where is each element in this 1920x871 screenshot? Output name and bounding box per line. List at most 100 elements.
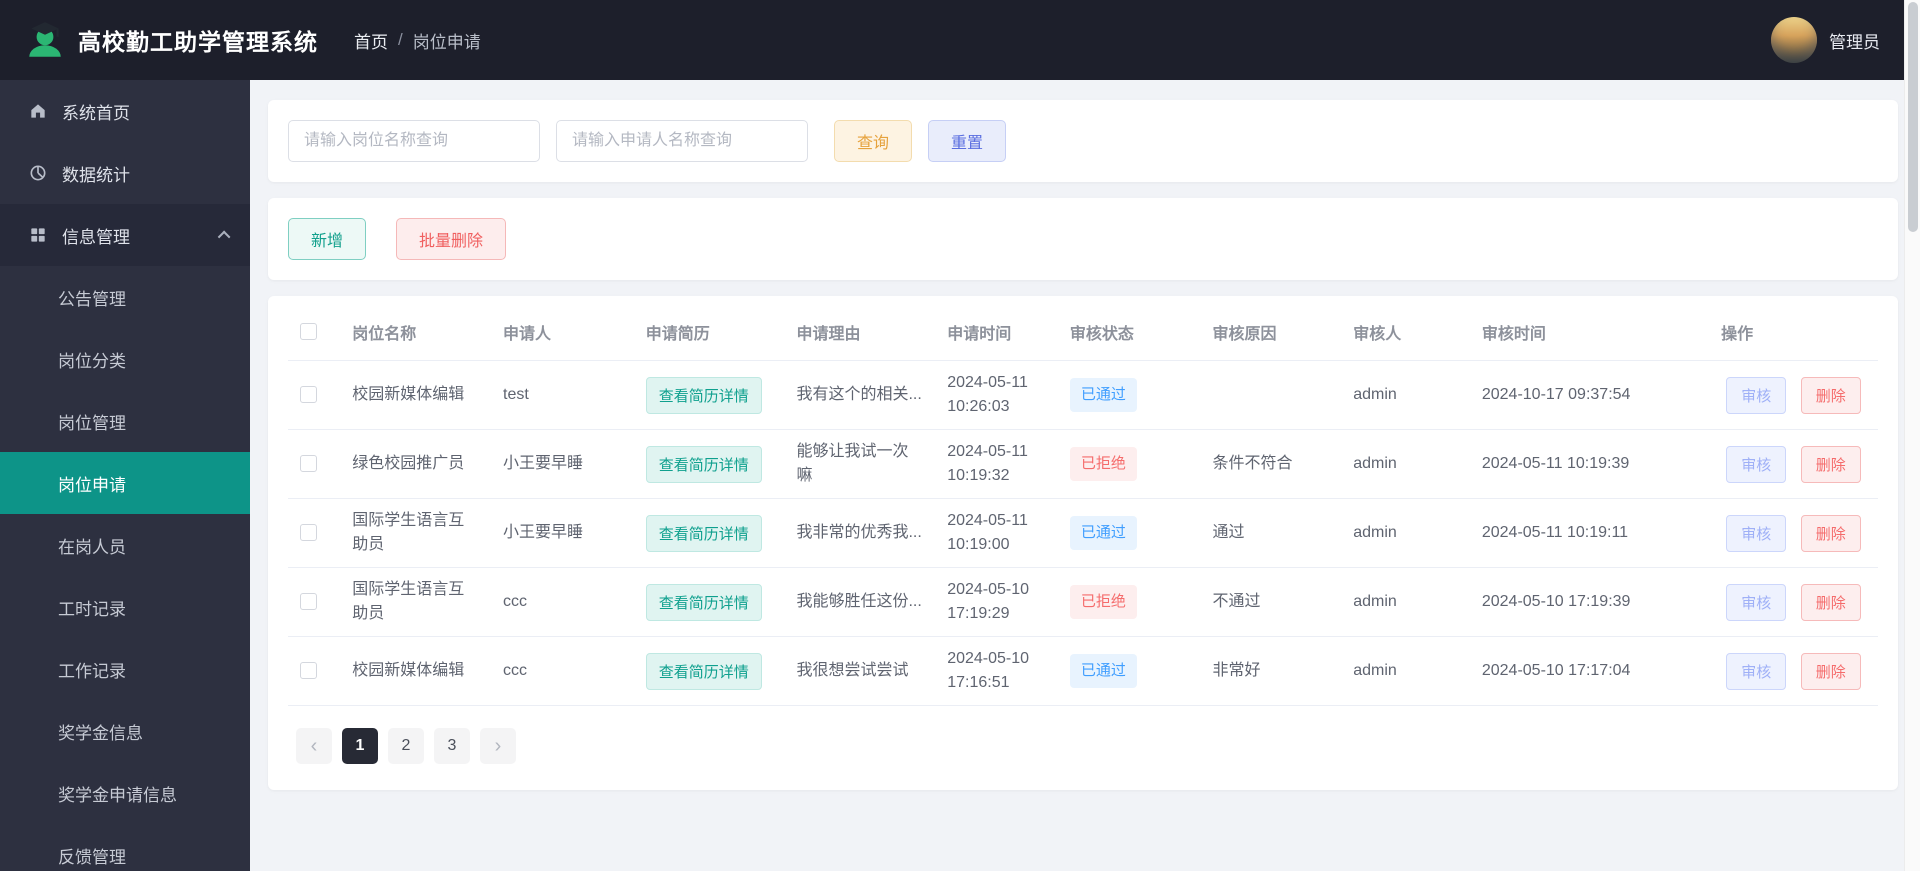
query-button[interactable]: 查询 [834,120,913,162]
header-reason: 申请理由 [784,302,936,361]
delete-button[interactable]: 删除 [1800,652,1861,690]
view-resume-button[interactable]: 查看简历详情 [645,445,762,483]
page-button-1[interactable]: 1 [342,728,378,764]
subitem-label: 岗位分类 [58,351,126,371]
cell-job-name: 国际学生语言互助员 [340,567,491,637]
delete-button[interactable]: 删除 [1800,445,1861,483]
table-row: 绿色校园推广员 小王要早睡 查看简历详情 能够让我试一次嘛 2024-05-11… [288,429,1878,499]
main-content: 查询 重置 新增 批量删除 岗位名称 申请人 申请简历 申请理由 申请时间 [250,80,1920,871]
cell-review-time: 2024-10-17 09:37:54 [1469,360,1710,430]
table-row: 校园新媒体编辑 ccc 查看简历详情 我很想尝试尝试 2024-05-10 17… [288,636,1878,706]
header-review-reason: 审核原因 [1200,302,1342,361]
cell-job-name: 绿色校园推广员 [340,429,491,499]
review-button[interactable]: 审核 [1726,652,1787,690]
app-logo-icon [24,19,66,61]
cell-reason: 我很想尝试尝试 [784,636,936,706]
avatar[interactable] [1771,17,1817,63]
row-checkbox[interactable] [300,662,317,680]
add-button[interactable]: 新增 [288,218,367,260]
prev-page-button[interactable]: ‹ [296,728,332,764]
header-reviewer: 审核人 [1341,302,1470,361]
cell-reason: 我非常的优秀我... [784,498,936,568]
view-resume-button[interactable]: 查看简历详情 [645,583,762,621]
subitem-label: 在岗人员 [58,537,126,557]
subitem-label: 岗位管理 [58,413,126,433]
page-button-3[interactable]: 3 [434,728,470,764]
cell-reason: 我能够胜任这份... [784,567,936,637]
sidebar-subitem-feedback-management[interactable]: 反馈管理 [0,824,250,871]
header-applicant: 申请人 [491,302,634,361]
breadcrumb-home[interactable]: 首页 [354,28,388,53]
row-checkbox[interactable] [300,524,317,542]
app-title: 高校勤工助学管理系统 [78,29,318,55]
toolbar-card: 新增 批量删除 [268,198,1898,280]
batch-delete-button[interactable]: 批量删除 [396,218,507,260]
delete-button[interactable]: 删除 [1800,514,1861,552]
reset-button[interactable]: 重置 [928,120,1007,162]
row-checkbox[interactable] [300,455,317,473]
sidebar-subitem-work-records[interactable]: 工作记录 [0,638,250,700]
cell-review-reason: 不通过 [1200,567,1342,637]
sidebar-subitem-job-category[interactable]: 岗位分类 [0,328,250,390]
subitem-label: 工时记录 [58,599,126,619]
browser-scrollbar[interactable] [1904,0,1920,871]
page-button-2[interactable]: 2 [388,728,424,764]
cell-job-name: 校园新媒体编辑 [340,636,491,706]
username[interactable]: 管理员 [1829,28,1880,53]
user-area: 管理员 [1771,17,1880,63]
select-all-checkbox[interactable] [300,323,317,341]
cell-applicant: 小王要早睡 [491,498,634,568]
status-badge: 已通过 [1069,516,1137,550]
status-badge: 已通过 [1069,654,1137,688]
cell-apply-time: 2024-05-11 10:19:00 [935,498,1058,568]
table-row: 国际学生语言互助员 小王要早睡 查看简历详情 我非常的优秀我... 2024-0… [288,498,1878,568]
applications-table: 岗位名称 申请人 申请简历 申请理由 申请时间 审核状态 审核原因 审核人 审核… [288,302,1878,706]
review-button[interactable]: 审核 [1726,583,1787,621]
cell-reviewer: admin [1341,636,1470,706]
subitem-label: 奖学金申请信息 [58,785,177,805]
sidebar-subitem-on-duty-staff[interactable]: 在岗人员 [0,514,250,576]
review-button[interactable]: 审核 [1726,376,1787,414]
header-apply-time: 申请时间 [935,302,1058,361]
review-button[interactable]: 审核 [1726,445,1787,483]
subitem-label: 公告管理 [58,289,126,309]
view-resume-button[interactable]: 查看简历详情 [645,376,762,414]
home-icon [28,101,48,121]
brand: 高校勤工助学管理系统 [24,19,318,61]
review-button[interactable]: 审核 [1726,514,1787,552]
cell-apply-time: 2024-05-10 17:16:51 [935,636,1058,706]
sidebar-subitem-job-application[interactable]: 岗位申请 [0,452,250,514]
delete-button[interactable]: 删除 [1800,376,1861,414]
delete-button[interactable]: 删除 [1800,583,1861,621]
topbar: 高校勤工助学管理系统 首页 / 岗位申请 管理员 [0,0,1920,80]
row-checkbox[interactable] [300,593,317,611]
sidebar-item-label: 信息管理 [62,227,130,247]
grid-icon [28,225,48,245]
breadcrumb: 首页 / 岗位申请 [354,28,481,53]
filter-card: 查询 重置 [268,100,1898,182]
sidebar-item-info-management[interactable]: 信息管理 [0,204,250,266]
sidebar-subitem-job-management[interactable]: 岗位管理 [0,390,250,452]
header-job-name: 岗位名称 [340,302,491,361]
scrollbar-thumb[interactable] [1908,2,1918,232]
subitem-label: 反馈管理 [58,847,126,867]
sidebar-subitem-scholarship-application[interactable]: 奖学金申请信息 [0,762,250,824]
applicant-search-input[interactable] [556,120,808,162]
cell-apply-time: 2024-05-11 10:19:32 [935,429,1058,499]
sidebar-subitem-scholarship-info[interactable]: 奖学金信息 [0,700,250,762]
cell-applicant: test [491,360,634,430]
view-resume-button[interactable]: 查看简历详情 [645,652,762,690]
pagination: ‹ 1 2 3 › [288,706,1878,768]
job-name-search-input[interactable] [288,120,540,162]
sidebar-item-system-home[interactable]: 系统首页 [0,80,250,142]
sidebar: 系统首页 数据统计 信息管理 公告管理 岗位分类 岗位管理 岗位申请 在岗人员 … [0,80,250,871]
row-checkbox[interactable] [300,386,317,404]
sidebar-subitem-work-hours[interactable]: 工时记录 [0,576,250,638]
sidebar-subitem-notice-management[interactable]: 公告管理 [0,266,250,328]
view-resume-button[interactable]: 查看简历详情 [645,514,762,552]
next-page-button[interactable]: › [480,728,516,764]
sidebar-item-statistics[interactable]: 数据统计 [0,142,250,204]
header-operations: 操作 [1709,302,1878,361]
cell-apply-time: 2024-05-10 17:19:29 [935,567,1058,637]
cell-applicant: ccc [491,636,634,706]
